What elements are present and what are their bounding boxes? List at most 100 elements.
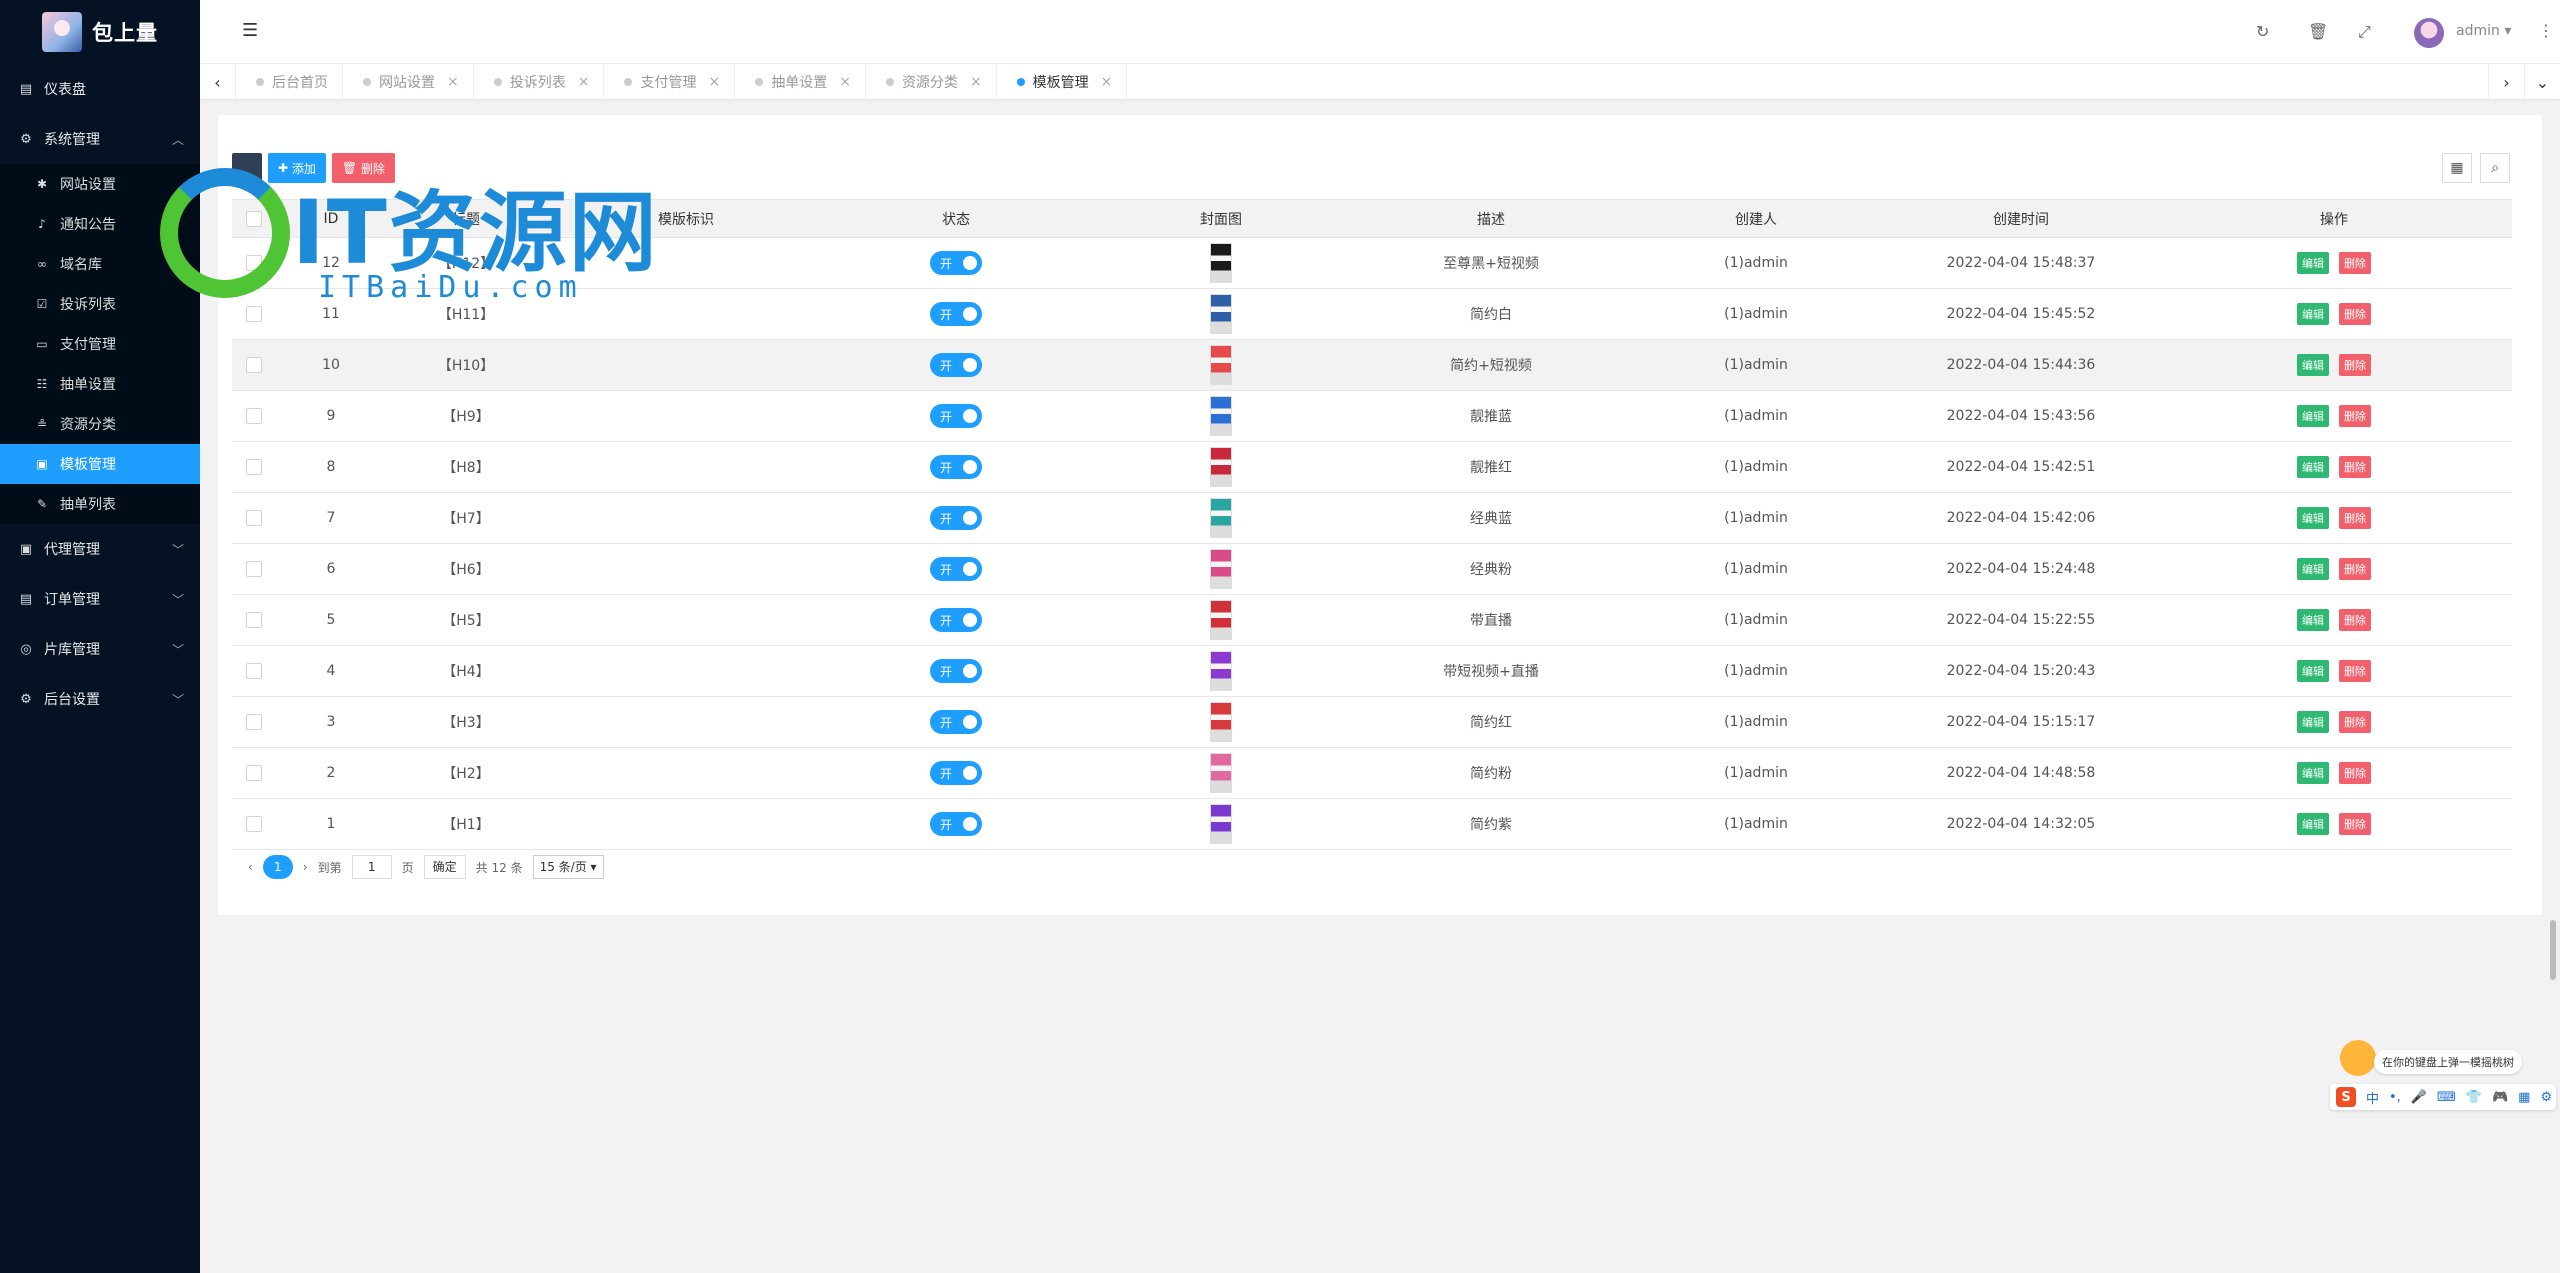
table-row[interactable]: 8 【H8】开靓推红 (1)admin 2022-04-04 15:42:51 编辑 删除 — [232, 441, 2512, 493]
sidebar-item-complaints[interactable]: ☑ 投诉列表 — [0, 284, 200, 324]
table-row[interactable]: 11 【H11】开简约白 (1)admin 2022-04-04 15:45:52 编辑… — [232, 288, 2512, 340]
cover-thumbnail[interactable] — [1210, 396, 1232, 436]
batch-button[interactable] — [232, 153, 262, 183]
tab-site-settings[interactable]: 网站设置 × — [343, 64, 474, 100]
row-checkbox-cell[interactable] — [232, 798, 276, 850]
punctuation-icon[interactable]: •, — [2389, 1090, 2401, 1105]
ime-lang[interactable]: 中 — [2366, 1088, 2379, 1107]
menu-toggle-icon[interactable]: ☰ — [242, 20, 258, 41]
status-switch[interactable]: 开 — [930, 812, 982, 836]
row-delete-button[interactable]: 删除 — [2339, 252, 2371, 274]
select-all-checkbox[interactable] — [246, 210, 262, 227]
sidebar-item-agents[interactable]: ▣ 代理管理 ﹀ — [0, 524, 200, 574]
cover-thumbnail[interactable] — [1210, 753, 1232, 793]
status-switch[interactable]: 开 — [930, 506, 982, 530]
edit-button[interactable]: 编辑 — [2297, 456, 2329, 478]
close-icon[interactable]: × — [970, 74, 982, 90]
settings-icon[interactable]: ⚙ — [2540, 1090, 2552, 1105]
row-checkbox[interactable] — [246, 255, 262, 271]
sidebar-item-domains[interactable]: ∞ 域名库 — [0, 244, 200, 284]
current-page[interactable]: 1 — [262, 855, 293, 879]
status-switch[interactable]: 开 — [930, 302, 982, 326]
col-id[interactable]: ID — [276, 199, 386, 238]
close-icon[interactable]: × — [447, 74, 459, 90]
cover-thumbnail[interactable] — [1210, 600, 1232, 640]
status-switch[interactable]: 开 — [930, 557, 982, 581]
cover-thumbnail[interactable] — [1210, 345, 1232, 385]
row-delete-button[interactable]: 删除 — [2339, 660, 2371, 682]
table-row[interactable]: 1 【H1】开简约紫 (1)admin 2022-04-04 14:32:05 编辑 删除 — [232, 798, 2512, 850]
sidebar-item-orders[interactable]: ▤ 订单管理 ﹀ — [0, 574, 200, 624]
row-checkbox[interactable] — [246, 459, 262, 475]
next-page-icon[interactable]: › — [303, 860, 308, 874]
row-checkbox-cell[interactable] — [232, 339, 276, 391]
edit-button[interactable]: 编辑 — [2297, 711, 2329, 733]
status-switch[interactable]: 开 — [930, 251, 982, 275]
row-checkbox-cell[interactable] — [232, 390, 276, 442]
close-icon[interactable]: × — [578, 74, 590, 90]
edit-button[interactable]: 编辑 — [2297, 354, 2329, 376]
row-checkbox[interactable] — [246, 612, 262, 628]
avatar[interactable] — [2414, 18, 2444, 48]
microphone-icon[interactable]: 🎤 — [2411, 1090, 2427, 1105]
row-checkbox[interactable] — [246, 357, 262, 373]
header-checkbox-cell[interactable] — [232, 199, 276, 238]
logo[interactable]: 包上量 — [0, 0, 200, 64]
tab-payment[interactable]: 支付管理 × — [604, 64, 736, 100]
tab-home[interactable]: 后台首页 — [236, 64, 343, 100]
row-delete-button[interactable]: 删除 — [2339, 303, 2371, 325]
tab-categories[interactable]: 资源分类 × — [866, 64, 997, 100]
row-delete-button[interactable]: 删除 — [2339, 762, 2371, 784]
grid-icon[interactable]: ▦ — [2518, 1090, 2530, 1105]
row-checkbox[interactable] — [246, 714, 262, 730]
table-row[interactable]: 7 【H7】开经典蓝 (1)admin 2022-04-04 15:42:06 编辑 删除 — [232, 492, 2512, 544]
sidebar-item-categories[interactable]: ≗ 资源分类 — [0, 404, 200, 444]
cover-thumbnail[interactable] — [1210, 702, 1232, 742]
page-scrollbar[interactable] — [2550, 920, 2556, 980]
user-menu[interactable]: admin ▾ — [2456, 23, 2511, 39]
cover-thumbnail[interactable] — [1210, 651, 1232, 691]
table-row[interactable]: 2 【H2】开简约粉 (1)admin 2022-04-04 14:48:58 编辑 删除 — [232, 747, 2512, 799]
status-switch[interactable]: 开 — [930, 608, 982, 632]
delete-button[interactable]: 🗑 删除 — [331, 153, 395, 183]
sidebar-item-payment[interactable]: ▭ 支付管理 — [0, 324, 200, 364]
row-delete-button[interactable]: 删除 — [2339, 609, 2371, 631]
close-icon[interactable]: × — [708, 74, 720, 90]
status-switch[interactable]: 开 — [930, 353, 982, 377]
row-checkbox[interactable] — [246, 408, 262, 424]
table-row[interactable]: 9 【H9】开靓推蓝 (1)admin 2022-04-04 15:43:56 编辑 删除 — [232, 390, 2512, 442]
row-checkbox[interactable] — [246, 765, 262, 781]
sidebar-item-admin-settings[interactable]: ⚙ 后台设置 ﹀ — [0, 674, 200, 724]
row-checkbox[interactable] — [246, 816, 262, 832]
status-switch[interactable]: 开 — [930, 659, 982, 683]
more-vertical-icon[interactable]: ⋮ — [2538, 21, 2554, 40]
row-delete-button[interactable]: 删除 — [2339, 507, 2371, 529]
sidebar-item-notices[interactable]: ♪ 通知公告 — [0, 204, 200, 244]
sidebar-item-draw-list[interactable]: ✎ 抽单列表 — [0, 484, 200, 524]
page-size-select[interactable]: 15 条/页 ▾ — [532, 855, 604, 879]
row-checkbox[interactable] — [246, 663, 262, 679]
sidebar-item-templates[interactable]: ▣ 模板管理 — [0, 444, 200, 484]
game-icon[interactable]: 🎮 — [2492, 1090, 2508, 1105]
tab-complaints[interactable]: 投诉列表 × — [474, 64, 605, 100]
row-delete-button[interactable]: 删除 — [2339, 558, 2371, 580]
fullscreen-icon[interactable]: ⤢ — [2358, 22, 2371, 42]
edit-button[interactable]: 编辑 — [2297, 303, 2329, 325]
edit-button[interactable]: 编辑 — [2297, 558, 2329, 580]
cover-thumbnail[interactable] — [1210, 804, 1232, 844]
trash-icon[interactable]: 🗑 — [2308, 22, 2328, 41]
edit-button[interactable]: 编辑 — [2297, 813, 2329, 835]
row-checkbox-cell[interactable] — [232, 441, 276, 493]
table-row[interactable]: 4 【H4】 开 带短视频+直播 (1)admin 2022-04-04 15:20:43… — [232, 645, 2512, 697]
sidebar-item-library[interactable]: ◎ 片库管理 ﹀ — [0, 624, 200, 674]
tab-templates[interactable]: 模板管理 × — [997, 64, 1128, 100]
tab-menu-chevron-icon[interactable]: ⌄ — [2524, 64, 2560, 100]
refresh-icon[interactable]: ↻ — [2256, 22, 2269, 41]
add-button[interactable]: ✚ 添加 — [268, 153, 326, 183]
cover-thumbnail[interactable] — [1210, 294, 1232, 334]
table-row[interactable]: 6 【H6】开经典粉 (1)admin 2022-04-04 15:24:48 编辑 删除 — [232, 543, 2512, 595]
cover-thumbnail[interactable] — [1210, 243, 1232, 283]
tab-scroll-left-icon[interactable]: ‹ — [200, 64, 236, 100]
close-icon[interactable]: × — [1101, 74, 1113, 90]
row-checkbox-cell[interactable] — [232, 288, 276, 340]
